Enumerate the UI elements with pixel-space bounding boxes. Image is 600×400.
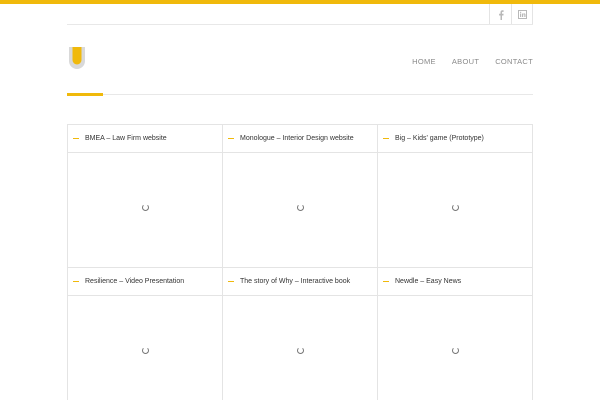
card-title[interactable]: Resilience – Video Presentation	[85, 278, 184, 285]
card-header: Resilience – Video Presentation	[68, 268, 222, 296]
loading-spinner-icon	[297, 204, 304, 212]
portfolio-card[interactable]: Newdle – Easy News	[377, 267, 533, 400]
card-title[interactable]: BMEA – Law Firm website	[85, 135, 167, 142]
nav-contact[interactable]: CONTACT	[495, 57, 533, 66]
dash-icon	[228, 281, 234, 282]
header-accent-underline	[67, 93, 103, 96]
card-title[interactable]: Newdle – Easy News	[395, 278, 461, 285]
portfolio-card[interactable]: Resilience – Video Presentation	[67, 267, 223, 400]
nav-about[interactable]: ABOUT	[452, 57, 479, 66]
social-links	[489, 4, 533, 25]
linkedin-link[interactable]	[511, 4, 533, 25]
card-header: Monologue – Interior Design website	[223, 125, 377, 153]
main-nav: HOME ABOUT CONTACT	[396, 57, 533, 66]
dash-icon	[228, 138, 234, 139]
linkedin-icon	[517, 10, 527, 19]
u-logo-icon	[69, 47, 85, 69]
facebook-icon	[498, 9, 504, 20]
loading-spinner-icon	[297, 347, 304, 355]
card-title[interactable]: Big – Kids' game (Prototype)	[395, 135, 484, 142]
card-header: The story of Why – Interactive book	[223, 268, 377, 296]
portfolio-card[interactable]: Monologue – Interior Design website	[222, 124, 378, 268]
site-logo[interactable]	[68, 46, 86, 70]
loading-spinner-icon	[142, 204, 149, 212]
nav-home[interactable]: HOME	[412, 57, 436, 66]
dash-icon	[383, 281, 389, 282]
loading-spinner-icon	[142, 347, 149, 355]
card-header: Newdle – Easy News	[378, 268, 532, 296]
loading-spinner-icon	[452, 204, 459, 212]
header-divider	[67, 94, 533, 95]
portfolio-grid: BMEA – Law Firm website Monologue – Inte…	[67, 124, 533, 400]
portfolio-card[interactable]: BMEA – Law Firm website	[67, 124, 223, 268]
header-top-divider	[67, 24, 533, 25]
loading-spinner-icon	[452, 347, 459, 355]
dash-icon	[73, 138, 79, 139]
card-header: BMEA – Law Firm website	[68, 125, 222, 153]
dash-icon	[73, 281, 79, 282]
dash-icon	[383, 138, 389, 139]
card-header: Big – Kids' game (Prototype)	[378, 125, 532, 153]
portfolio-card[interactable]: The story of Why – Interactive book	[222, 267, 378, 400]
facebook-link[interactable]	[489, 4, 511, 25]
card-title[interactable]: Monologue – Interior Design website	[240, 135, 354, 142]
portfolio-card[interactable]: Big – Kids' game (Prototype)	[377, 124, 533, 268]
card-title[interactable]: The story of Why – Interactive book	[240, 278, 350, 285]
